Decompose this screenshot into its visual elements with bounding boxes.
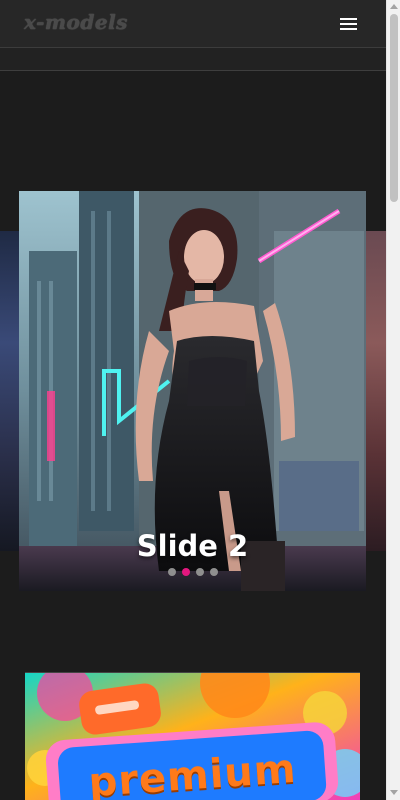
hamburger-menu-icon[interactable] [336,14,362,34]
carousel-dot-3[interactable] [196,568,204,576]
carousel-previous-slide[interactable] [0,231,19,551]
carousel-dot-1[interactable] [168,568,176,576]
carousel-next-slide[interactable] [366,231,386,551]
site-header: x-models [0,0,386,48]
sub-navigation-bar [0,48,386,71]
scroll-up-arrow-icon[interactable] [390,4,398,9]
site-logo[interactable]: x-models [24,10,128,34]
page: x-models Slide 2 premium [0,0,400,800]
vertical-scrollbar[interactable] [386,0,400,800]
carousel-dot-2[interactable] [182,568,190,576]
menu-line [340,23,357,25]
carousel-dot-4[interactable] [210,568,218,576]
scrollbar-thumb[interactable] [390,14,398,202]
menu-line [340,28,357,30]
scroll-down-arrow-icon[interactable] [390,790,398,795]
premium-banner[interactable]: premium [25,672,360,800]
menu-line [340,18,357,20]
slide-caption: Slide 2 [136,529,249,563]
carousel-active-slide[interactable]: Slide 2 [19,191,366,591]
